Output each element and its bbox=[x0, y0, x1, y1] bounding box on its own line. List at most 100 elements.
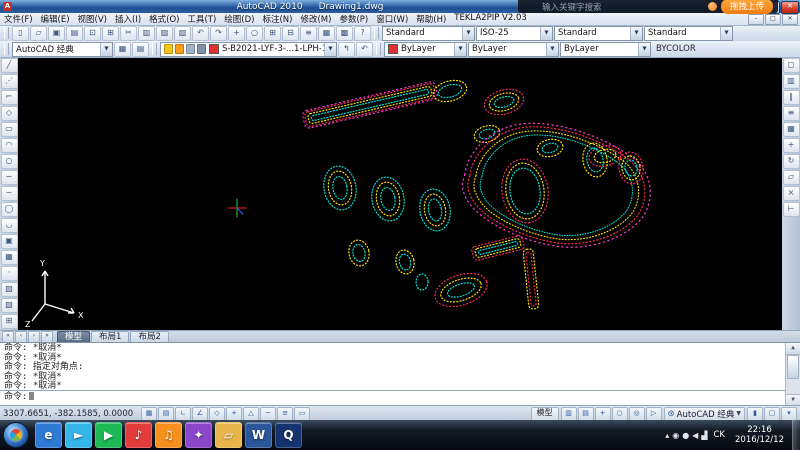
menu-item[interactable]: 帮助(H) bbox=[412, 13, 450, 25]
erase-icon[interactable]: ◻ bbox=[783, 58, 800, 73]
iqiyi-icon[interactable]: ▶ bbox=[95, 422, 122, 448]
paste-icon[interactable]: ▨ bbox=[156, 26, 173, 41]
menu-item[interactable]: 插入(I) bbox=[111, 13, 145, 25]
menu-item[interactable]: 绘图(D) bbox=[220, 13, 258, 25]
help-icon[interactable]: ? bbox=[354, 26, 371, 41]
menu-item[interactable]: 窗口(W) bbox=[372, 13, 412, 25]
command-scrollbar[interactable]: ▲ ▼ bbox=[785, 343, 800, 406]
drag-upload-button[interactable]: 拖拽上传 bbox=[721, 0, 773, 14]
chevron-down-icon[interactable]: ▼ bbox=[100, 43, 112, 56]
revision-cloud-icon[interactable]: ∽ bbox=[1, 170, 18, 185]
multileader-style-combo[interactable]: Standard ▼ bbox=[644, 26, 733, 41]
copy-object-icon[interactable]: ▥ bbox=[783, 74, 800, 89]
menu-item[interactable]: 参数(P) bbox=[335, 13, 372, 25]
text-style-combo[interactable]: Standard ▼ bbox=[382, 26, 475, 41]
table-style-combo[interactable]: Standard ▼ bbox=[554, 26, 643, 41]
menu-item[interactable]: 编辑(E) bbox=[37, 13, 74, 25]
quick-view-layouts-icon[interactable]: ▥ bbox=[561, 407, 577, 421]
browser-icon[interactable]: e bbox=[35, 422, 62, 448]
toolbar-grip[interactable] bbox=[4, 27, 9, 39]
lwt-toggle[interactable]: ≡ bbox=[277, 407, 293, 421]
pan-icon[interactable]: + bbox=[595, 407, 611, 421]
doc-restore-button[interactable]: □ bbox=[765, 14, 781, 25]
folder-icon[interactable]: ▱ bbox=[215, 422, 242, 448]
offset-icon[interactable]: ≡ bbox=[783, 106, 800, 121]
line-icon[interactable]: ╱ bbox=[1, 58, 18, 73]
polygon-icon[interactable]: ◇ bbox=[1, 106, 18, 121]
scrollbar-thumb[interactable] bbox=[787, 355, 799, 379]
scale-icon[interactable]: ▱ bbox=[783, 170, 800, 185]
arc-icon[interactable]: ◠ bbox=[1, 138, 18, 153]
status-menu-arrow-icon[interactable]: ▾ bbox=[781, 407, 797, 421]
doc-minimize-button[interactable]: – bbox=[748, 14, 764, 25]
menu-item[interactable]: 文件(F) bbox=[0, 13, 37, 25]
layer-combo[interactable]: S-B2021-LYF-3-...1-LPH-1-389242 ▼ bbox=[160, 42, 337, 57]
hatch-icon[interactable]: ▨ bbox=[1, 282, 18, 297]
tool-palettes-icon[interactable]: ▩ bbox=[336, 26, 353, 41]
gradient-icon[interactable]: ▧ bbox=[1, 298, 18, 313]
ortho-toggle[interactable]: ∟ bbox=[175, 407, 191, 421]
circle-icon[interactable]: ○ bbox=[1, 154, 18, 169]
menu-item[interactable]: 修改(M) bbox=[296, 13, 335, 25]
chevron-down-icon[interactable]: ▼ bbox=[324, 43, 336, 56]
qq-icon[interactable]: Q bbox=[275, 422, 302, 448]
menu-item[interactable]: TEKLA2PIP V2.03 bbox=[450, 13, 531, 25]
rotate-icon[interactable]: ↻ bbox=[783, 154, 800, 169]
lineweight-combo[interactable]: ByLayer ▼ bbox=[560, 42, 651, 57]
mirror-icon[interactable]: ∥ bbox=[783, 90, 800, 105]
move-icon[interactable]: + bbox=[783, 138, 800, 153]
copy-icon[interactable]: ▥ bbox=[138, 26, 155, 41]
qp-toggle[interactable]: ▭ bbox=[294, 407, 310, 421]
cut-icon[interactable]: ✂ bbox=[120, 26, 137, 41]
open-icon[interactable]: ▱ bbox=[30, 26, 47, 41]
make-object-layer-current-icon[interactable]: ↰ bbox=[338, 42, 355, 57]
menu-item[interactable]: 格式(O) bbox=[145, 13, 183, 25]
workspace-combo[interactable]: AutoCAD 经典 ▼ bbox=[12, 42, 113, 57]
chevron-down-icon[interactable]: ▼ bbox=[454, 43, 466, 56]
designcenter-icon[interactable]: ▦ bbox=[318, 26, 335, 41]
ducs-toggle[interactable]: △ bbox=[243, 407, 259, 421]
color-combo[interactable]: ByLayer ▼ bbox=[384, 42, 467, 57]
rectangle-icon[interactable]: ▭ bbox=[1, 122, 18, 137]
match-properties-icon[interactable]: ▧ bbox=[174, 26, 191, 41]
show-desktop-button[interactable] bbox=[792, 420, 800, 450]
extend-icon[interactable]: ⊢ bbox=[783, 202, 800, 217]
ellipse-arc-icon[interactable]: ◡ bbox=[1, 218, 18, 233]
layer-states-icon[interactable]: ▤ bbox=[132, 42, 149, 57]
table-icon[interactable]: ⊞ bbox=[1, 314, 18, 329]
toolbar-grip[interactable] bbox=[152, 43, 157, 55]
menu-item[interactable]: 工具(T) bbox=[183, 13, 220, 25]
polar-toggle[interactable]: ∠ bbox=[192, 407, 208, 421]
scroll-up-icon[interactable]: ▲ bbox=[786, 343, 800, 355]
ellipse-icon[interactable]: ◯ bbox=[1, 202, 18, 217]
chevron-down-icon[interactable]: ▼ bbox=[630, 27, 642, 40]
zoom-previous-icon[interactable]: ⊟ bbox=[282, 26, 299, 41]
menu-item[interactable]: 标注(N) bbox=[258, 13, 296, 25]
tray-update-orange-icon[interactable]: ● bbox=[682, 431, 689, 440]
chevron-down-icon[interactable]: ▼ bbox=[638, 43, 650, 56]
array-icon[interactable]: ▦ bbox=[783, 122, 800, 137]
taskbar-clock[interactable]: 22:16 2016/12/12 bbox=[731, 425, 788, 445]
drawing-canvas[interactable]: Y X Z bbox=[18, 57, 782, 330]
grid-toggle[interactable]: ▤ bbox=[158, 407, 174, 421]
toolbar-lock-icon[interactable]: ▮ bbox=[747, 407, 763, 421]
zoom-window-icon[interactable]: ⊞ bbox=[264, 26, 281, 41]
toolbar-grip[interactable] bbox=[376, 43, 381, 55]
redo-icon[interactable]: ↷ bbox=[210, 26, 227, 41]
plot-preview-icon[interactable]: ⊡ bbox=[84, 26, 101, 41]
start-button[interactable] bbox=[3, 422, 29, 448]
zoom-icon[interactable]: ○ bbox=[612, 407, 628, 421]
model-space-button[interactable]: 模型 bbox=[531, 407, 559, 421]
search-input[interactable]: 输入关键字搜索 bbox=[518, 1, 708, 13]
steering-wheel-icon[interactable]: ◎ bbox=[629, 407, 645, 421]
pan-icon[interactable]: + bbox=[228, 26, 245, 41]
tray-safety-icon[interactable]: ◉ bbox=[672, 431, 679, 440]
video-pinwheel-icon[interactable]: ✦ bbox=[185, 422, 212, 448]
command-input-line[interactable]: 命令: bbox=[0, 390, 786, 406]
qnew-icon[interactable]: ▯ bbox=[12, 26, 29, 41]
doc-close-button[interactable]: ✕ bbox=[782, 14, 798, 25]
save-icon[interactable]: ▣ bbox=[48, 26, 65, 41]
quick-view-drawings-icon[interactable]: ▤ bbox=[578, 407, 594, 421]
music-red-icon[interactable]: ♪ bbox=[125, 422, 152, 448]
otrack-toggle[interactable]: + bbox=[226, 407, 242, 421]
